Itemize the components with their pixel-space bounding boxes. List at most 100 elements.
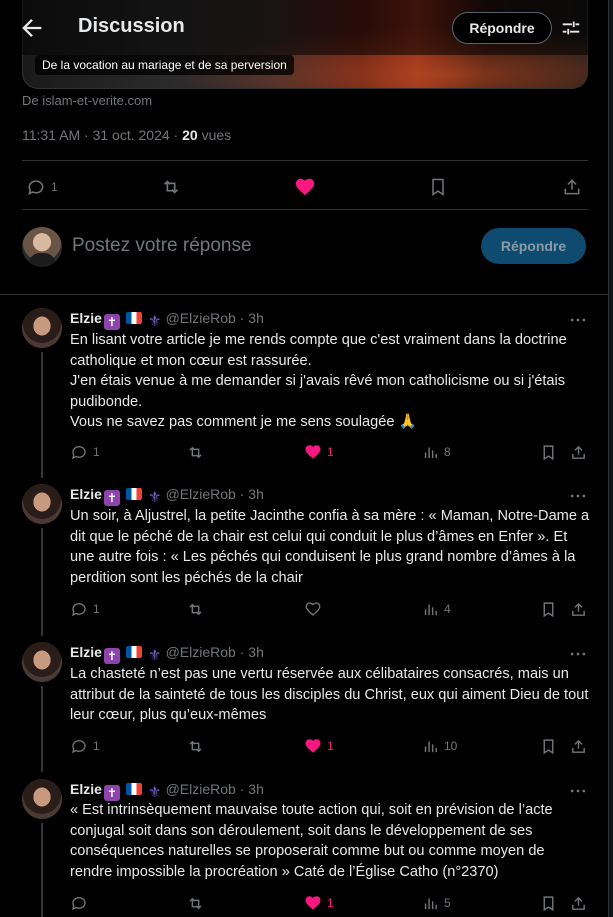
top-header: Discussion Répondre <box>0 0 608 55</box>
views-count: 5 <box>444 896 451 910</box>
author-name[interactable]: Elzie <box>70 486 102 502</box>
views-action[interactable]: 5 <box>422 893 451 913</box>
bookmark-icon <box>543 601 554 617</box>
analytics-icon <box>424 447 437 458</box>
share-icon <box>572 739 585 753</box>
avatar[interactable] <box>22 484 62 524</box>
link-source[interactable]: De islam-et-verite.com <box>22 93 152 108</box>
author-handle[interactable]: @ElzieRob <box>166 644 236 660</box>
heart-filled-icon <box>294 176 316 198</box>
reply-action-bar: 1 5 <box>70 893 588 913</box>
reply-icon <box>71 446 86 460</box>
france-flag-icon <box>125 488 142 500</box>
divider <box>0 294 608 295</box>
share-action[interactable] <box>570 736 587 756</box>
reply-time[interactable]: 3h <box>248 310 264 326</box>
more-options-icon[interactable] <box>568 310 588 330</box>
reply-action-bar: 1 4 <box>70 599 588 619</box>
bookmark-icon <box>428 177 448 197</box>
reply-count: 1 <box>93 739 100 753</box>
views-count: 8 <box>444 445 451 459</box>
repost-action[interactable] <box>186 736 205 756</box>
reply-header: Elzie ✝ ⚜ @ElzieRob · 3h <box>70 644 264 664</box>
views-count: 10 <box>444 739 458 753</box>
like-count: 1 <box>327 445 334 459</box>
reply-button-header[interactable]: Répondre <box>452 12 552 44</box>
author-handle[interactable]: @ElzieRob <box>166 486 236 502</box>
bookmark-action[interactable] <box>540 442 557 462</box>
thread-line <box>41 352 43 478</box>
author-name[interactable]: Elzie <box>70 644 102 660</box>
share-action[interactable] <box>570 442 587 462</box>
reply-time[interactable]: 3h <box>248 486 264 502</box>
fleur-de-lis-icon: ⚜ <box>147 784 162 801</box>
thread-line <box>41 528 43 636</box>
repost-icon <box>189 603 202 615</box>
like-count: 1 <box>327 739 334 753</box>
reply-action[interactable]: 1 <box>70 599 100 619</box>
bookmark-action[interactable] <box>428 176 448 198</box>
conversation-column: De la vocation au mariage et de sa perve… <box>0 0 609 917</box>
post-date[interactable]: 31 oct. 2024 <box>93 127 170 143</box>
reply-submit-button[interactable]: Répondre <box>481 228 586 264</box>
reply-action[interactable]: 1 <box>70 442 100 462</box>
reply-header: Elzie ✝ ⚜ @ElzieRob · 3h <box>70 486 264 506</box>
avatar[interactable] <box>22 642 62 682</box>
like-action[interactable]: 1 <box>304 442 334 462</box>
reply-action[interactable]: 1 <box>26 176 58 198</box>
analytics-icon <box>424 741 437 752</box>
bookmark-action[interactable] <box>540 893 557 913</box>
cross-emoji-icon: ✝ <box>103 648 120 664</box>
author-handle[interactable]: @ElzieRob <box>166 781 236 797</box>
repost-action[interactable] <box>160 176 182 198</box>
user-avatar[interactable] <box>22 227 62 267</box>
cross-emoji-icon: ✝ <box>103 785 120 801</box>
heart-filled-icon <box>305 896 321 910</box>
reply-icon <box>71 897 86 911</box>
post-time[interactable]: 11:31 AM <box>22 127 80 143</box>
reply-input[interactable]: Postez votre réponse <box>72 235 252 257</box>
avatar[interactable] <box>22 779 62 819</box>
reply-action[interactable] <box>70 893 93 913</box>
like-action[interactable] <box>304 599 327 619</box>
reply-text: Un soir, à Aljustrel, la petite Jacinthe… <box>70 506 590 588</box>
window-edge <box>609 0 613 917</box>
divider <box>22 209 588 210</box>
like-action[interactable]: 1 <box>304 893 334 913</box>
author-handle[interactable]: @ElzieRob <box>166 310 236 326</box>
more-options-icon[interactable] <box>568 781 588 801</box>
bookmark-action[interactable] <box>540 599 557 619</box>
reply-action-bar: 1 1 10 <box>70 736 588 756</box>
post-meta: 11:31 AM · 31 oct. 2024 · 20 vues <box>22 127 232 143</box>
reply-text: La chasteté n’est pas une vertu réservée… <box>70 664 590 726</box>
fleur-de-lis-icon: ⚜ <box>147 647 162 664</box>
avatar[interactable] <box>22 308 62 348</box>
repost-action[interactable] <box>186 599 205 619</box>
share-action[interactable] <box>570 893 587 913</box>
views-action[interactable]: 10 <box>422 736 457 756</box>
repost-action[interactable] <box>186 893 205 913</box>
reply-paragraph: J'en étais venue à me demander si j'avai… <box>70 373 566 410</box>
reply-action[interactable]: 1 <box>70 736 100 756</box>
reply-text: « Est intrinsèquement mauvaise toute act… <box>70 800 590 882</box>
author-name[interactable]: Elzie <box>70 781 102 797</box>
more-options-icon[interactable] <box>568 644 588 664</box>
bookmark-icon <box>543 738 554 754</box>
repost-action[interactable] <box>186 442 205 462</box>
views-action[interactable]: 8 <box>422 442 451 462</box>
post-action-bar: 1 <box>22 170 588 204</box>
views-action[interactable]: 4 <box>422 599 451 619</box>
more-options-icon[interactable] <box>568 486 588 506</box>
bookmark-action[interactable] <box>540 736 557 756</box>
back-arrow-icon[interactable] <box>18 14 46 42</box>
settings-sliders-icon[interactable] <box>560 17 582 39</box>
share-action[interactable] <box>570 599 587 619</box>
cross-emoji-icon: ✝ <box>103 314 120 330</box>
share-action[interactable] <box>562 176 582 198</box>
reply-time[interactable]: 3h <box>248 644 264 660</box>
author-name[interactable]: Elzie <box>70 310 102 326</box>
reply-time[interactable]: 3h <box>248 781 264 797</box>
link-card-caption[interactable]: De la vocation au mariage et de sa perve… <box>35 55 294 75</box>
like-action[interactable]: 1 <box>304 736 334 756</box>
like-action[interactable] <box>294 176 316 198</box>
